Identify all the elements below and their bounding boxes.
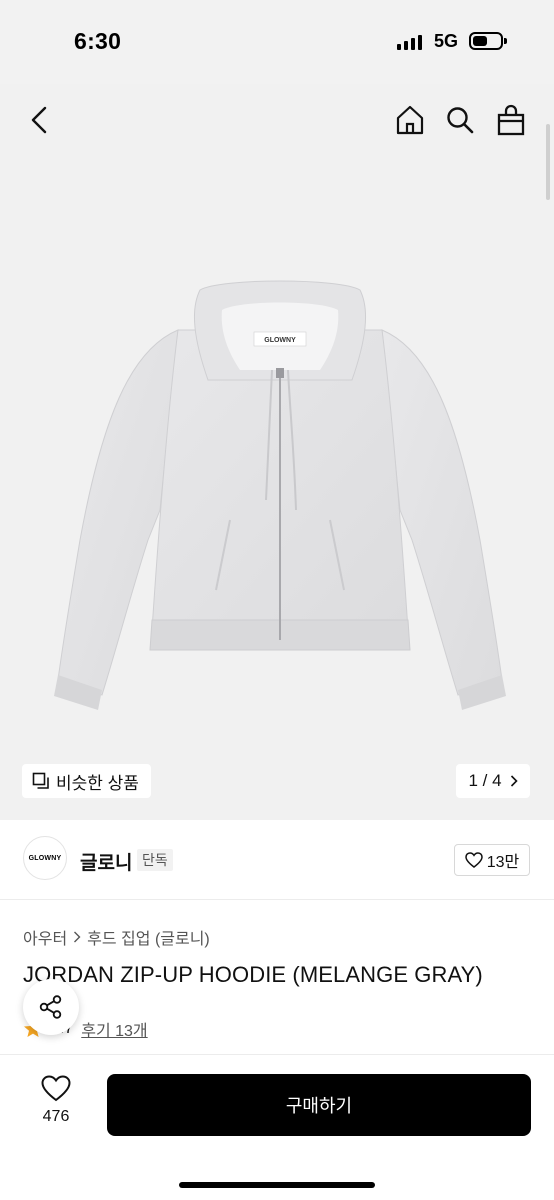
- buy-button[interactable]: 구매하기: [107, 1074, 531, 1136]
- brand-name[interactable]: 글로니: [80, 848, 132, 875]
- chevron-left-icon: [31, 106, 47, 134]
- scroll-indicator: [546, 124, 550, 200]
- network-label: 5G: [434, 31, 459, 51]
- review-link[interactable]: 후기 13개: [81, 1017, 147, 1041]
- similar-products-button[interactable]: 비슷한 상품: [22, 764, 151, 798]
- share-button[interactable]: [23, 979, 79, 1035]
- heart-icon: [41, 1075, 71, 1102]
- image-pager[interactable]: 1 / 4: [456, 764, 530, 798]
- home-button[interactable]: [392, 102, 428, 138]
- product-image[interactable]: GLOWNY: [40, 270, 520, 710]
- search-button[interactable]: [442, 102, 478, 138]
- status-time: 6:30: [74, 28, 122, 54]
- page-indicator: 1 / 4: [468, 771, 502, 790]
- garment-label: GLOWNY: [264, 337, 296, 344]
- battery-tip: [504, 38, 507, 44]
- breadcrumb-chevron-icon: [74, 931, 81, 943]
- home-icon: [396, 105, 424, 135]
- breadcrumb-category[interactable]: 아우터: [23, 925, 67, 949]
- shopping-bag-button[interactable]: [493, 102, 529, 138]
- brand-logo[interactable]: GLOWNY: [23, 836, 67, 880]
- wishlist-button[interactable]: 476: [24, 1075, 88, 1135]
- status-bar: 6:30 5G: [0, 0, 554, 84]
- chevron-right-icon: [510, 775, 518, 787]
- brand-like-button[interactable]: 13만: [454, 844, 530, 876]
- share-icon: [39, 995, 62, 1019]
- home-indicator: [179, 1182, 375, 1188]
- product-title: JORDAN ZIP-UP HOODIE (MELANGE GRAY): [23, 962, 483, 987]
- similar-items-icon: [32, 772, 49, 789]
- search-icon: [447, 107, 474, 134]
- back-button[interactable]: [22, 102, 58, 138]
- brand-row: GLOWNY 글로니 단독 13만: [0, 820, 554, 900]
- heart-icon: [464, 852, 483, 868]
- brand-like-count: 13만: [486, 854, 520, 871]
- battery-icon: [469, 32, 503, 50]
- wishlist-count: 476: [42, 1108, 70, 1125]
- signal-icon: [397, 34, 422, 50]
- shopping-bag-icon: [497, 104, 525, 136]
- breadcrumb-subcategory[interactable]: 후드 집업 (글로니): [87, 925, 210, 949]
- exclusive-badge: 단독: [137, 849, 173, 871]
- bottom-action-bar: 476 구매하기: [0, 1054, 554, 1200]
- breadcrumb: 아우터 후드 집업 (글로니): [23, 925, 210, 949]
- similar-products-label: 비슷한 상품: [56, 773, 139, 793]
